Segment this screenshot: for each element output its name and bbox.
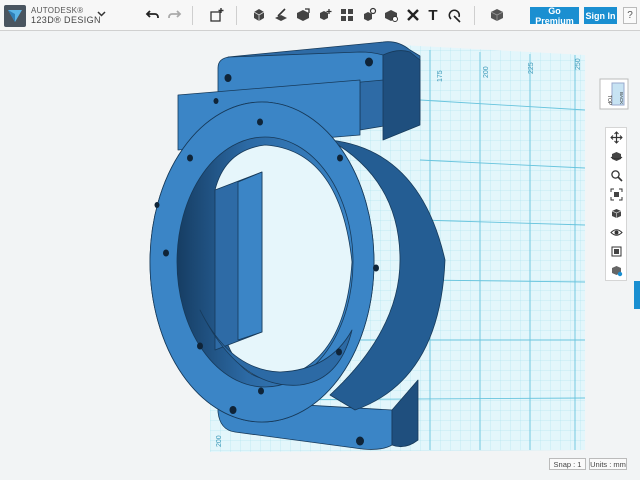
- combine-icon[interactable]: [360, 6, 378, 24]
- side-panel-tab[interactable]: [634, 281, 640, 309]
- add-shape-icon[interactable]: [208, 6, 226, 24]
- sketch-cube-icon[interactable]: [250, 6, 268, 24]
- modify-icon[interactable]: [294, 6, 312, 24]
- material-icon[interactable]: [488, 6, 506, 24]
- brand-autodesk: AUTODESK®: [31, 6, 84, 15]
- text-icon[interactable]: T: [424, 6, 442, 24]
- pattern-icon[interactable]: [316, 6, 334, 24]
- view-cube[interactable]: TOP BACK: [596, 75, 632, 115]
- undo-icon[interactable]: [144, 6, 162, 24]
- snap-status[interactable]: Snap : 1: [549, 458, 586, 470]
- viewcube-top-label: TOP: [606, 95, 612, 106]
- construct-icon[interactable]: [272, 6, 290, 24]
- zoom-icon[interactable]: [606, 166, 626, 185]
- toolbar-divider: [474, 6, 475, 25]
- views-icon[interactable]: [606, 204, 626, 223]
- ruler-label: 250: [575, 58, 582, 70]
- chevron-down-icon[interactable]: [97, 9, 106, 21]
- top-toolbar: AUTODESK® 123D® DESIGN T Go Premium Sign…: [0, 0, 640, 31]
- units-status[interactable]: Units : mm: [589, 458, 627, 470]
- measure-icon[interactable]: [382, 6, 400, 24]
- close-x-icon[interactable]: [404, 6, 422, 24]
- toolbar-divider: [236, 6, 237, 25]
- snap-icon[interactable]: [446, 6, 464, 24]
- group-icon[interactable]: [338, 6, 356, 24]
- material-view-icon[interactable]: [606, 261, 626, 280]
- sign-in-button[interactable]: Sign In: [584, 7, 617, 24]
- go-premium-button[interactable]: Go Premium: [530, 6, 579, 26]
- orbit-icon[interactable]: [606, 147, 626, 166]
- ruler-label: 200: [216, 435, 223, 447]
- 3d-viewport[interactable]: 175 200 225 250 200 TOP BACK: [0, 31, 640, 480]
- fit-icon[interactable]: [606, 185, 626, 204]
- help-button[interactable]: ?: [623, 7, 637, 24]
- ruler-label: 200: [483, 66, 490, 78]
- navigation-bar: [605, 127, 627, 281]
- redo-icon[interactable]: [165, 6, 183, 24]
- ruler-label: 225: [528, 62, 535, 74]
- viewcube-back-label: BACK: [619, 92, 624, 104]
- 123d-logo-icon[interactable]: [4, 5, 26, 27]
- hide-icon[interactable]: [606, 242, 626, 261]
- toolbar-divider: [192, 6, 193, 25]
- brand-product: 123D® DESIGN: [31, 15, 101, 25]
- scene-canvas[interactable]: 175 200 225 250 200: [0, 31, 640, 480]
- visibility-icon[interactable]: [606, 223, 626, 242]
- ruler-label: 175: [437, 70, 444, 82]
- pan-icon[interactable]: [606, 128, 626, 147]
